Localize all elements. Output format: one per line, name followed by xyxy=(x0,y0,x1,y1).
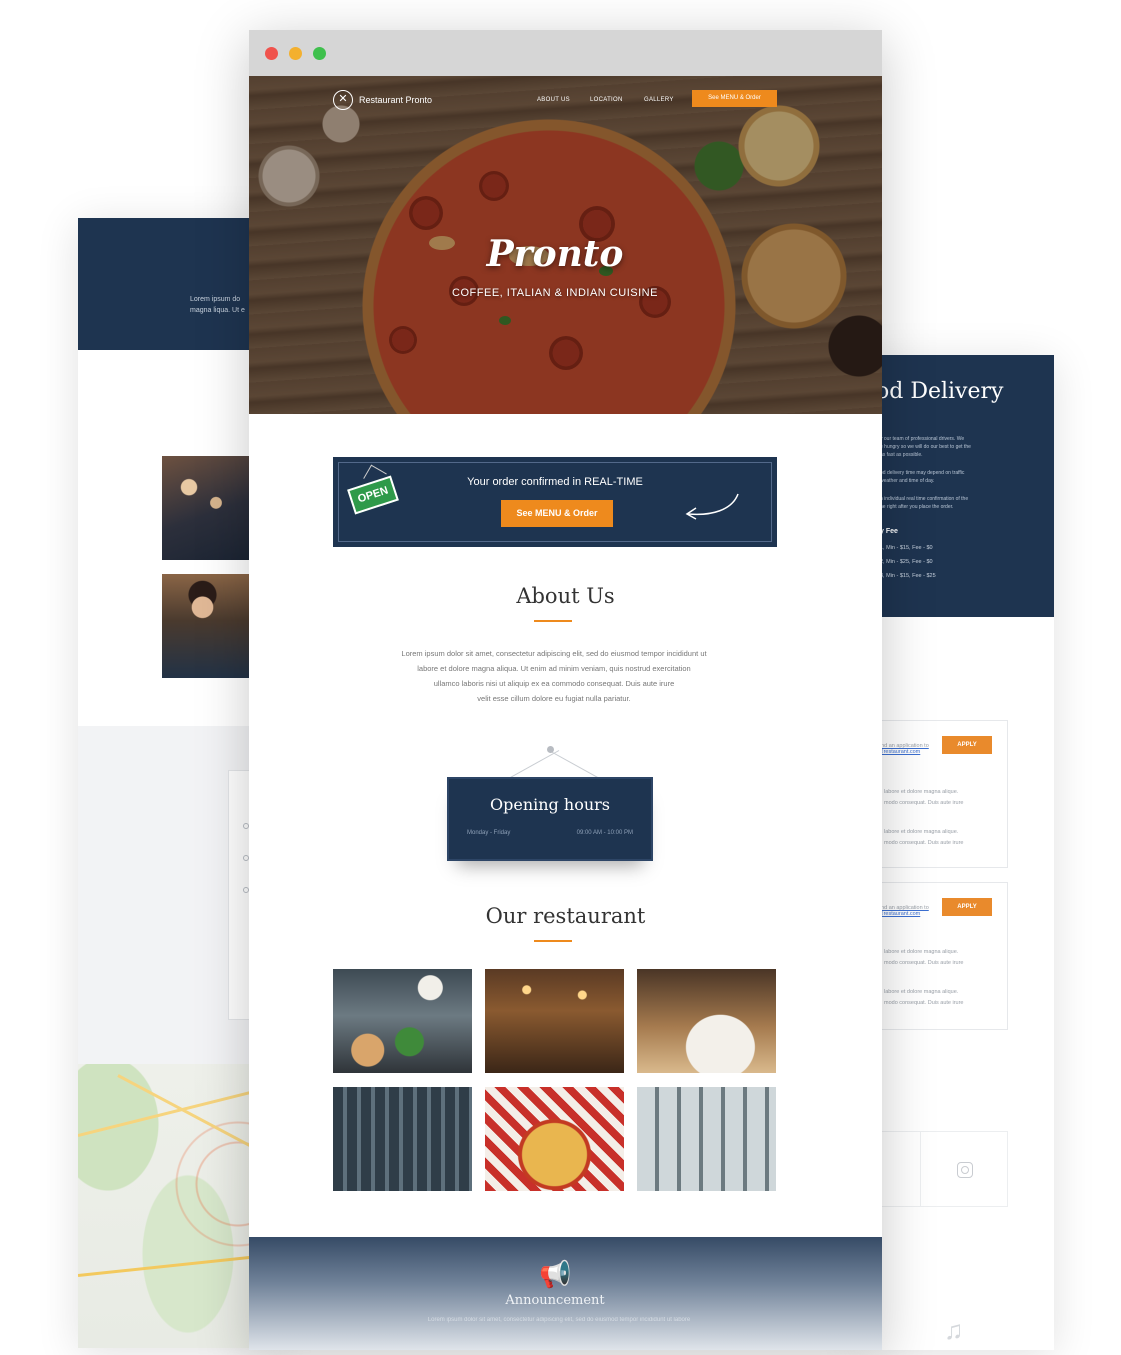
site-logo-text[interactable]: Restaurant Pronto xyxy=(359,95,432,105)
job-text: modo consequat. Duis aute irure xyxy=(884,840,964,846)
map-road xyxy=(117,1074,260,1152)
announcement-text: Lorem ipsum dolor sit amet, consectetur … xyxy=(427,1317,691,1323)
announcement-section: 📢 Announcement Lorem ipsum dolor sit ame… xyxy=(249,1237,882,1350)
nav-link-location[interactable]: LOCATION xyxy=(590,97,623,103)
delivery-fee-title: y Fee xyxy=(880,528,898,535)
delivery-text: he right after you place the order. xyxy=(880,504,954,510)
apply-button[interactable]: APPLY xyxy=(942,736,992,754)
fork-knife-icon[interactable]: ✕ xyxy=(333,90,353,110)
background-page-left: Lorem ipsum do magna liqua. Ut e xyxy=(78,218,278,1348)
background-page-right: od Delivery y our team of professional d… xyxy=(860,355,1054,1350)
job-text: labore et dolore magna alique. xyxy=(884,829,959,835)
close-window-button[interactable] xyxy=(265,47,278,60)
menu-order-button[interactable]: See MENU & Order xyxy=(501,500,613,527)
job-card: end an application to @restaurant.com AP… xyxy=(860,720,1008,868)
delivery-text: y our team of professional drivers. We xyxy=(880,436,965,442)
delivery-fee-row: 1, Min - $15, Fee - $0 xyxy=(880,545,933,551)
hero-section: ✕ Restaurant Pronto ABOUT US LOCATION GA… xyxy=(249,76,882,414)
delivery-section: od Delivery y our team of professional d… xyxy=(860,355,1054,617)
hero-title: Pronto xyxy=(486,233,624,275)
job-card: end an application to @restaurant.com AP… xyxy=(860,882,1008,1030)
browser-window: ✕ Restaurant Pronto ABOUT US LOCATION GA… xyxy=(249,30,882,1350)
job-email-link[interactable]: end an application to @restaurant.com xyxy=(878,743,929,755)
opening-hours-board: Opening hours Monday - Friday 09:00 AM -… xyxy=(447,777,653,861)
gallery-photo-bar[interactable] xyxy=(333,1087,472,1191)
delivery-text: e hungry so we will do our best to get t… xyxy=(880,444,971,450)
delivery-title: od Delivery xyxy=(876,379,1004,404)
opening-days: Monday - Friday xyxy=(467,830,511,836)
delivery-text: as fast as possible. xyxy=(880,452,923,458)
opening-hours-title: Opening hours xyxy=(490,795,610,814)
gallery-photo-plated-dish[interactable] xyxy=(637,969,776,1073)
delivery-text: weather and time of day. xyxy=(880,478,935,484)
music-note-icon: ♫ xyxy=(944,1315,964,1345)
map-road xyxy=(78,1253,278,1277)
team-dining-photo xyxy=(162,456,252,560)
delivery-text: n individual real time confirmation of t… xyxy=(880,496,969,502)
gallery-photo-kitchen[interactable] xyxy=(333,969,472,1073)
maximize-window-button[interactable] xyxy=(313,47,326,60)
title-underline xyxy=(534,940,572,942)
browser-title-bar xyxy=(249,30,882,76)
left-page-header: Lorem ipsum do magna liqua. Ut e xyxy=(78,218,278,350)
announcement-title: Announcement xyxy=(505,1293,605,1308)
opening-time: 09:00 AM - 10:00 PM xyxy=(576,830,633,836)
realtime-order-banner: OPEN Your order confirmed in REAL-TIME S… xyxy=(333,457,777,547)
nav-link-about-us[interactable]: ABOUT US xyxy=(537,97,570,103)
job-text: labore et dolore magna alique. xyxy=(884,789,959,795)
waitress-photo xyxy=(162,574,252,678)
job-text: modo consequat. Duis aute irure xyxy=(884,800,964,806)
gallery-photo-dining-hall[interactable] xyxy=(637,1087,776,1191)
top-navigation: ✕ Restaurant Pronto ABOUT US LOCATION GA… xyxy=(249,76,882,126)
about-us-text: Lorem ipsum dolor sit amet, consectetur … xyxy=(401,649,707,703)
order-banner-text: Your order confirmed in REAL-TIME xyxy=(467,476,643,488)
megaphone-icon: 📢 xyxy=(539,1259,572,1289)
gallery-photo-dining-room[interactable] xyxy=(485,969,624,1073)
our-restaurant-title: Our restaurant xyxy=(485,904,646,928)
instagram-icon xyxy=(957,1162,973,1178)
delivery-text: od delivery time may depend on traffic xyxy=(880,470,965,476)
map-road xyxy=(78,1090,254,1137)
title-underline xyxy=(534,620,572,622)
minimize-window-button[interactable] xyxy=(289,47,302,60)
nav-menu-order-button[interactable]: See MENU & Order xyxy=(692,90,777,107)
about-us-title: About Us xyxy=(516,584,615,608)
social-tile-instagram[interactable] xyxy=(920,1131,1008,1207)
hero-subtitle: COFFEE, ITALIAN & INDIAN CUISINE xyxy=(452,287,658,299)
gallery-photo-pasta[interactable] xyxy=(485,1087,624,1191)
job-text: labore et dolore magna alique. xyxy=(884,989,959,995)
curved-arrow-icon xyxy=(685,493,739,520)
sign-nail xyxy=(547,746,554,753)
job-email-link[interactable]: end an application to @restaurant.com xyxy=(878,905,929,917)
nav-link-gallery[interactable]: GALLERY xyxy=(644,97,674,103)
delivery-fee-row: 2, Min - $25, Fee - $0 xyxy=(880,559,933,565)
delivery-fee-row: 3, Min - $15, Fee - $25 xyxy=(880,573,936,579)
apply-button[interactable]: APPLY xyxy=(942,898,992,916)
job-text: labore et dolore magna alique. xyxy=(884,949,959,955)
job-text: modo consequat. Duis aute irure xyxy=(884,1000,964,1006)
job-text: modo consequat. Duis aute irure xyxy=(884,960,964,966)
delivery-map[interactable] xyxy=(78,1064,278,1348)
